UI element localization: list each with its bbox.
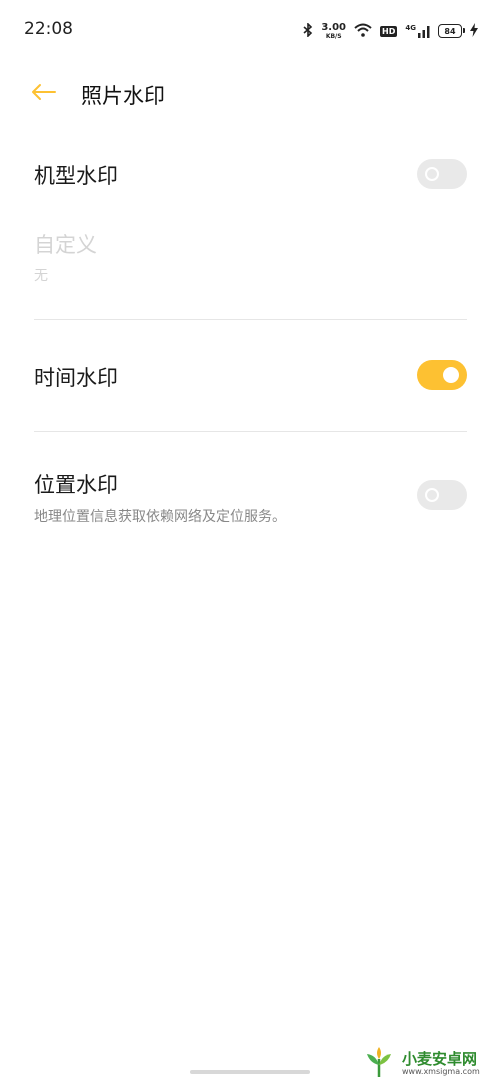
toggle-knob: [425, 167, 439, 181]
watermark-url: www.xmsigma.com: [402, 1066, 480, 1076]
divider: [34, 319, 467, 320]
app-header: 照片水印: [0, 60, 500, 126]
divider: [34, 431, 467, 432]
time-watermark-toggle[interactable]: [417, 360, 467, 390]
network-speed: 3.00 KB/S: [321, 21, 347, 40]
model-watermark-label: 机型水印: [34, 164, 118, 188]
network-speed-unit: KB/S: [325, 32, 342, 40]
battery-level: 84: [444, 26, 456, 36]
back-button[interactable]: [24, 74, 64, 114]
toggle-knob: [425, 488, 439, 502]
site-watermark: 小麦安卓网 www.xmsigma.com: [362, 1044, 492, 1084]
wifi-icon: [354, 22, 372, 41]
status-bar: 22:08 3.00 KB/S HD 4G 84: [0, 0, 500, 60]
signal-icon: 4G: [405, 23, 430, 38]
network-type: 4G: [405, 23, 416, 32]
plant-logo-icon: [362, 1045, 396, 1083]
location-watermark-description: 地理位置信息获取依赖网络及定位服务。: [34, 509, 286, 525]
charging-icon: [470, 22, 478, 41]
battery-icon: 84: [438, 24, 465, 38]
back-arrow-icon: [31, 83, 57, 105]
network-speed-value: 3.00: [321, 21, 347, 33]
watermark-name: 小麦安卓网: [402, 1049, 478, 1068]
location-watermark-label: 位置水印: [34, 473, 118, 497]
time-watermark-label: 时间水印: [34, 366, 118, 390]
page-title: 照片水印: [81, 84, 165, 108]
location-watermark-toggle[interactable]: [417, 480, 467, 510]
bluetooth-icon: [303, 21, 313, 41]
custom-label: 自定义: [34, 233, 97, 257]
hd-badge: HD: [380, 25, 398, 37]
custom-value: 无: [34, 268, 48, 284]
status-time: 22:08: [24, 19, 73, 39]
status-icons: 3.00 KB/S HD 4G 84: [303, 20, 478, 42]
navigation-handle[interactable]: [190, 1070, 310, 1074]
toggle-knob: [443, 367, 459, 383]
model-watermark-toggle[interactable]: [417, 159, 467, 189]
